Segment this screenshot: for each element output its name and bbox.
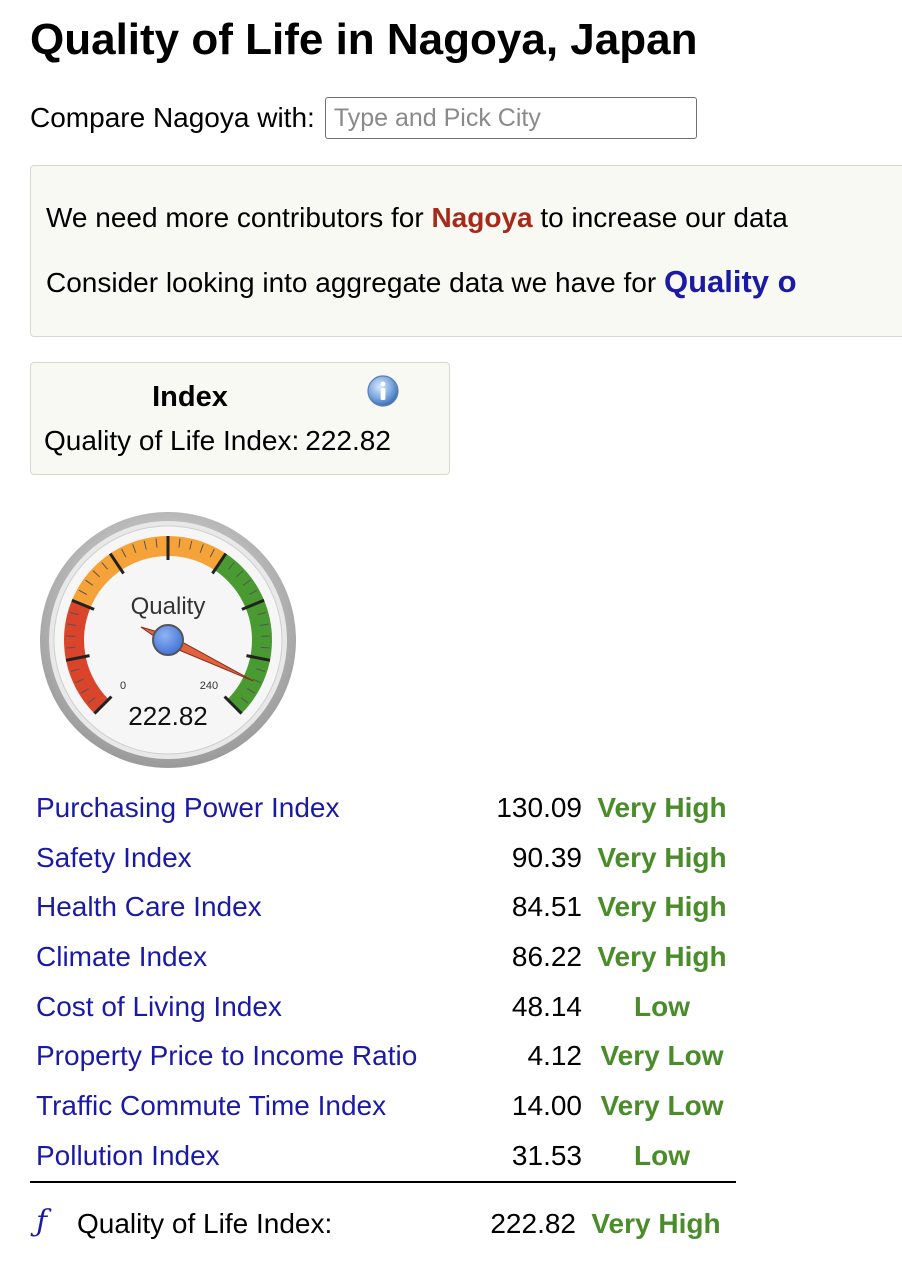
index-box-title: Index bbox=[152, 381, 228, 413]
page-title: Quality of Life in Nagoya, Japan bbox=[30, 15, 698, 64]
gauge-minor-tick bbox=[66, 646, 76, 649]
table-row: Climate Index 86.22 Very High bbox=[30, 932, 742, 982]
metric-link[interactable]: Purchasing Power Index bbox=[36, 792, 340, 823]
metric-rating: Very High bbox=[597, 791, 727, 823]
table-row: Cost of Living Index 48.14 Low bbox=[30, 982, 742, 1032]
table-row: Health Care Index 84.51 Very High bbox=[30, 882, 742, 932]
gauge-value: 222.82 bbox=[128, 701, 208, 731]
metric-link[interactable]: Climate Index bbox=[36, 941, 207, 972]
gauge-minor-tick bbox=[260, 646, 270, 649]
index-row: Quality of Life Index: 222.82 bbox=[44, 425, 391, 457]
table-row: Pollution Index 31.53 Low bbox=[30, 1131, 742, 1181]
metric-value: 4.12 bbox=[527, 1040, 583, 1072]
metric-value: 48.14 bbox=[511, 990, 582, 1022]
quality-gauge: Quality 0 240 222.82 bbox=[40, 512, 296, 768]
index-summary-box: Index Quality of Life Index: 222.82 bbox=[30, 362, 450, 475]
total-rating: Very High bbox=[591, 1208, 721, 1239]
compare-city-input[interactable] bbox=[324, 97, 697, 139]
aggregate-data-link[interactable]: Quality o bbox=[664, 264, 797, 299]
contributors-notice: We need more contributors for Nagoya to … bbox=[30, 165, 902, 337]
notice-line-2: Consider looking into aggregate data we … bbox=[46, 264, 797, 299]
gauge-label: Quality bbox=[131, 593, 206, 620]
table-row: Safety Index 90.39 Very High bbox=[30, 833, 742, 883]
metric-value: 14.00 bbox=[511, 1089, 582, 1121]
metrics-table: Purchasing Power Index 130.09 Very High … bbox=[30, 783, 742, 1181]
gauge-hub bbox=[152, 624, 184, 656]
function-icon[interactable]: ƒ bbox=[36, 1204, 47, 1239]
metric-link[interactable]: Health Care Index bbox=[36, 891, 262, 922]
total-row: ƒ Quality of Life Index: 222.82 Very Hig… bbox=[30, 1200, 742, 1250]
metric-value: 31.53 bbox=[511, 1139, 582, 1171]
info-icon[interactable] bbox=[367, 375, 399, 407]
metric-link[interactable]: Traffic Commute Time Index bbox=[36, 1090, 386, 1121]
metric-link[interactable]: Safety Index bbox=[36, 842, 192, 873]
gauge-max-label: 240 bbox=[200, 680, 218, 692]
metric-value: 130.09 bbox=[496, 791, 582, 823]
index-label: Quality of Life Index: bbox=[44, 425, 300, 456]
table-row: Property Price to Income Ratio 4.12 Very… bbox=[30, 1031, 742, 1081]
notice-city-name: Nagoya bbox=[431, 202, 533, 233]
metric-rating: Very High bbox=[597, 891, 727, 923]
metric-value: 86.22 bbox=[511, 940, 582, 972]
index-value: 222.82 bbox=[305, 425, 391, 456]
metric-rating: Low bbox=[634, 1139, 690, 1171]
metric-value: 90.39 bbox=[511, 841, 582, 873]
metric-rating: Very High bbox=[597, 841, 727, 873]
total-divider bbox=[30, 1181, 736, 1183]
metric-rating: Very High bbox=[597, 940, 727, 972]
metric-rating: Very Low bbox=[600, 1089, 724, 1121]
compare-label: Compare Nagoya with: bbox=[30, 102, 315, 133]
metric-rating: Very Low bbox=[600, 1040, 724, 1072]
notice-line-1: We need more contributors for Nagoya to … bbox=[46, 202, 788, 233]
metric-link[interactable]: Cost of Living Index bbox=[36, 991, 282, 1022]
table-row: Purchasing Power Index 130.09 Very High bbox=[30, 783, 742, 833]
metric-link[interactable]: Pollution Index bbox=[36, 1140, 220, 1171]
metric-link[interactable]: Property Price to Income Ratio bbox=[36, 1040, 417, 1071]
metric-value: 84.51 bbox=[511, 891, 582, 923]
gauge-min-label: 0 bbox=[120, 680, 126, 692]
compare-bar: Compare Nagoya with: bbox=[30, 97, 697, 139]
total-value: 222.82 bbox=[490, 1208, 576, 1239]
metric-rating: Low bbox=[634, 990, 690, 1022]
total-label: Quality of Life Index: bbox=[77, 1208, 333, 1239]
table-row: Traffic Commute Time Index 14.00 Very Lo… bbox=[30, 1081, 742, 1131]
